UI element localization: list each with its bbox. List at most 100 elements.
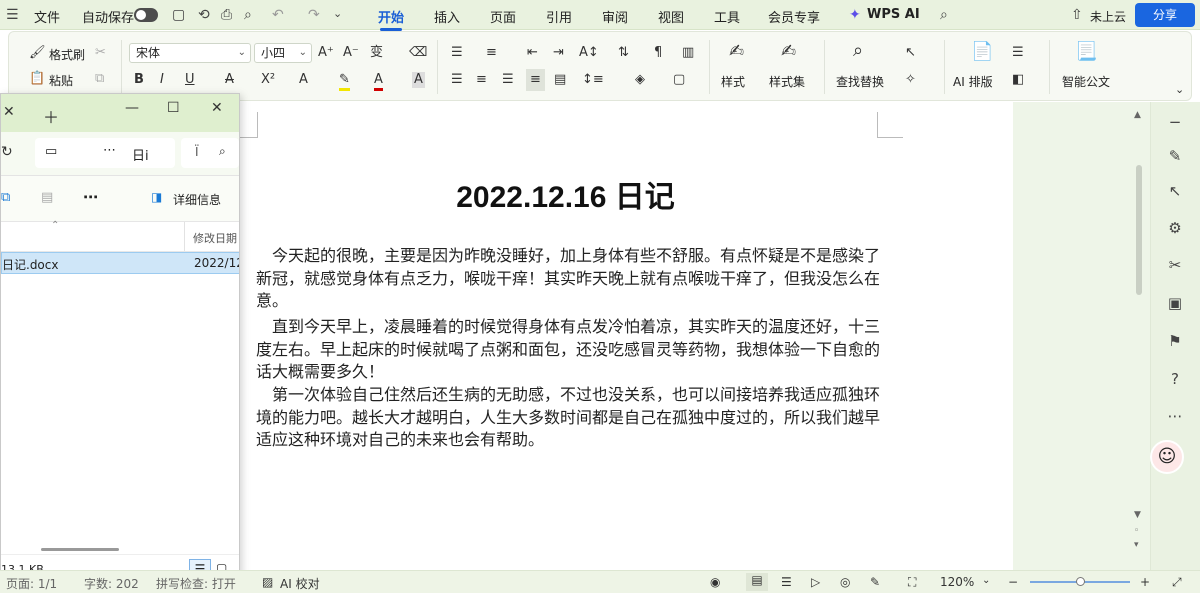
- breadcrumb[interactable]: 日i: [132, 145, 149, 164]
- sort-up-icon[interactable]: ⌃: [51, 220, 59, 231]
- print-preview-icon[interactable]: ⌕: [244, 7, 252, 23]
- pen-mode-icon[interactable]: ✎: [870, 575, 880, 589]
- copy-icon[interactable]: ⧉: [95, 71, 104, 87]
- help-icon[interactable]: ?: [1165, 369, 1185, 389]
- details-pane-icon[interactable]: ◨: [151, 190, 162, 204]
- minimize-icon[interactable]: —: [125, 100, 139, 116]
- vertical-scrollbar[interactable]: [1136, 165, 1142, 295]
- ai-check-button[interactable]: AI 校对: [280, 575, 320, 592]
- style-set-button[interactable]: 样式集: [769, 73, 805, 90]
- scroll-up-icon[interactable]: ▲: [1134, 110, 1141, 120]
- adjust-icon[interactable]: ⚙: [1165, 218, 1185, 238]
- tab-tools[interactable]: 工具: [714, 7, 740, 26]
- maximize-icon[interactable]: ☐: [167, 100, 180, 116]
- spell-check-status[interactable]: 拼写检查: 打开: [156, 575, 236, 592]
- outdent-icon[interactable]: ⇤: [527, 45, 538, 61]
- bold-icon[interactable]: B: [134, 72, 144, 88]
- scroll-down-icon[interactable]: ▼: [1134, 510, 1141, 520]
- select-icon[interactable]: ↖: [905, 45, 916, 61]
- shirt-icon[interactable]: ⚑: [1165, 331, 1185, 351]
- pen-icon[interactable]: ✎: [1165, 146, 1185, 166]
- shading-icon[interactable]: ◈: [635, 72, 645, 88]
- page-view-icon[interactable]: ▤: [746, 573, 768, 591]
- shapes-icon[interactable]: ◧: [1012, 72, 1024, 88]
- clear-format-icon[interactable]: ⌫: [409, 45, 427, 61]
- prev-page-icon[interactable]: ◦: [1134, 526, 1139, 536]
- underline-icon[interactable]: U: [185, 72, 195, 88]
- undo-icon[interactable]: ↶: [272, 7, 284, 23]
- eye-icon[interactable]: ◉: [710, 575, 720, 589]
- next-page-icon[interactable]: ▾: [1134, 540, 1139, 550]
- find-replace-button[interactable]: 查找替换: [836, 73, 884, 90]
- cloud-upload-icon[interactable]: ⇧: [1071, 7, 1083, 23]
- horizontal-scrollbar[interactable]: [41, 548, 119, 551]
- phonetic-icon[interactable]: 变: [370, 45, 383, 61]
- file-menu[interactable]: 文件: [34, 7, 60, 26]
- cut-icon[interactable]: ✂: [95, 45, 106, 61]
- grow-font-icon[interactable]: A⁺: [318, 45, 334, 61]
- paragraph-layout-icon[interactable]: ☰: [1012, 45, 1024, 61]
- autosave-toggle[interactable]: [134, 8, 158, 22]
- highlight-icon[interactable]: ✎: [339, 72, 350, 91]
- word-count[interactable]: 字数: 202: [84, 575, 139, 592]
- outline-view-icon[interactable]: ☰: [781, 575, 792, 589]
- play-icon[interactable]: ▷: [811, 575, 820, 589]
- align-left-icon[interactable]: ☰: [451, 72, 463, 88]
- auto-arrange-icon[interactable]: ✧: [905, 72, 916, 88]
- hamburger-menu-icon[interactable]: ☰: [6, 7, 19, 23]
- paste-icon[interactable]: ▤: [41, 190, 53, 205]
- smart-doc-button[interactable]: 智能公文: [1062, 73, 1110, 90]
- numbered-list-icon[interactable]: ≡: [486, 45, 497, 61]
- bullet-list-icon[interactable]: ☰: [451, 45, 463, 61]
- columns-icon[interactable]: ▥: [682, 45, 694, 61]
- pointer-icon[interactable]: ↖: [1165, 181, 1185, 201]
- tab-insert[interactable]: 插入: [434, 7, 460, 26]
- tab-home[interactable]: 开始: [378, 7, 404, 31]
- web-view-icon[interactable]: ◎: [840, 575, 850, 589]
- align-right-icon[interactable]: ☰: [502, 72, 514, 88]
- share-button[interactable]: 分享: [1135, 3, 1195, 27]
- page-count[interactable]: 页面: 1/1: [6, 575, 57, 592]
- gallery-icon[interactable]: ▣: [1165, 293, 1185, 313]
- tab-member[interactable]: 会员专享: [768, 7, 820, 26]
- format-painter-button[interactable]: 格式刷: [49, 46, 85, 63]
- line-spacing-icon[interactable]: ↕≡: [582, 72, 604, 88]
- more-icon[interactable]: ⋯: [1165, 406, 1185, 426]
- close-window-icon[interactable]: ✕: [211, 100, 223, 116]
- avatar[interactable]: ☺: [1150, 440, 1184, 474]
- fit-page-icon[interactable]: ⛶: [908, 575, 916, 590]
- print-icon[interactable]: ⎙: [221, 7, 232, 23]
- styles-button[interactable]: 样式: [721, 73, 745, 90]
- show-marks-icon[interactable]: ¶: [654, 45, 662, 61]
- save-icon[interactable]: ▢: [172, 7, 185, 23]
- copy-path-icon[interactable]: ⧉: [1, 190, 10, 205]
- search-field[interactable]: Ї ⌕: [181, 138, 239, 168]
- text-direction-icon[interactable]: A↕: [579, 45, 599, 61]
- minus-icon[interactable]: −: [1165, 112, 1185, 132]
- wps-ai-tab[interactable]: WPS AI: [867, 7, 920, 22]
- share-link-icon[interactable]: ⟲: [198, 7, 210, 23]
- zoom-in-icon[interactable]: +: [1140, 575, 1150, 589]
- font-color-icon[interactable]: A: [374, 72, 383, 91]
- fullscreen-icon[interactable]: ⤢: [1172, 575, 1182, 590]
- tab-references[interactable]: 引用: [546, 7, 572, 26]
- superscript-icon[interactable]: X²: [261, 72, 275, 88]
- redo-icon[interactable]: ↷: [308, 7, 320, 23]
- details-button[interactable]: 详细信息: [173, 191, 221, 208]
- zoom-dropdown-icon[interactable]: ⌄: [982, 575, 990, 586]
- paste-button[interactable]: 粘贴: [49, 72, 73, 89]
- tools-icon[interactable]: ✂: [1165, 255, 1185, 275]
- address-field[interactable]: ▭ ⋯ 日i: [35, 138, 175, 168]
- char-shading-icon[interactable]: A: [412, 72, 425, 88]
- ribbon-collapse-icon[interactable]: ⌄: [1175, 82, 1184, 98]
- column-modified-date[interactable]: 修改日期: [193, 230, 237, 246]
- zoom-slider-thumb[interactable]: [1076, 577, 1085, 586]
- breadcrumb-more-icon[interactable]: ⋯: [103, 143, 116, 158]
- file-row[interactable]: 日记.docx 2022/12: [1, 252, 239, 274]
- search-icon[interactable]: ⌕: [940, 7, 948, 23]
- refresh-icon[interactable]: ↻: [1, 144, 13, 160]
- font-name-select[interactable]: 宋体 ⌄: [129, 43, 251, 63]
- justify-icon[interactable]: ≡: [526, 69, 545, 91]
- strikethrough-icon[interactable]: A: [225, 72, 234, 88]
- borders-icon[interactable]: ▢: [673, 72, 685, 88]
